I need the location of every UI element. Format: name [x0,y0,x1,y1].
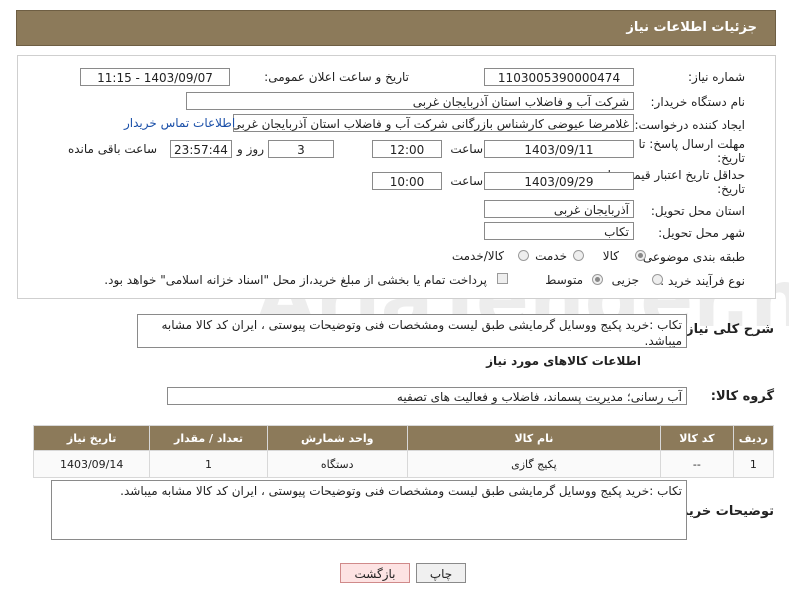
treasury-payment-checkbox[interactable] [497,273,508,284]
buyer-org-field: شرکت آب و فاضلاب استان آذربایجان غربی [186,92,634,110]
col-code: کد کالا [660,425,734,451]
col-quantity: تعداد / مقدار [149,425,268,451]
description-text: تکاب :خرید پکیج ووسایل گرمایشی طبق لیست … [137,314,687,348]
city-label: شهر محل تحویل: [658,226,745,240]
category-both-label: کالا/خدمت [451,249,504,263]
validity-time-field: 10:00 [372,172,442,190]
cell-unit: دستگاه [266,450,408,478]
validity-label-2: تاریخ: [717,182,745,196]
col-unit: واحد شمارش [266,425,408,451]
process-medium-label: متوسط [545,273,583,287]
deadline-date-field: 1403/09/11 [484,140,634,158]
contact-info-link[interactable]: اطلاعات تماس خریدار [124,116,235,130]
need-number-label: شماره نیاز: [688,70,745,84]
cell-row: 1 [732,450,775,478]
city-field: تکاب [484,222,634,240]
col-need-date: تاریخ نیاز [32,425,151,451]
goods-section-title: اطلاعات کالاهای مورد نیاز [486,354,641,368]
description-label: شرح کلی نیاز: [680,322,774,337]
category-service-radio[interactable] [573,250,584,261]
process-medium-radio[interactable] [592,274,603,285]
page-header: جزئیات اطلاعات نیاز [16,10,776,46]
table-header-row: ردیف کد کالا نام کالا واحد شمارش تعداد /… [32,425,775,451]
process-partial-label: جزیی [611,273,639,287]
deadline-time-field: 12:00 [372,140,442,158]
deadline-label: مهلت ارسال پاسخ: تا [638,137,745,151]
days-label: روز و [237,142,264,156]
announce-field: 1403/09/07 - 11:15 [80,68,230,86]
province-field: آذربایجان غربی [484,200,634,218]
requester-label: ایجاد کننده درخواست: [634,118,745,132]
print-button[interactable]: چاپ [416,563,466,583]
back-button[interactable]: بازگشت [340,563,410,583]
page-title: جزئیات اطلاعات نیاز [626,20,757,35]
category-goods-label: کالا [602,249,619,263]
category-both-radio[interactable] [518,250,529,261]
remaining-time-field: 23:57:44 [170,140,232,158]
cell-quantity: 1 [149,450,268,478]
buyer-notes-text: تکاب :خرید پکیج ووسایل گرمایشی طبق لیست … [51,480,687,540]
category-service-label: خدمت [535,249,567,263]
deadline-label-2: تاریخ: [717,151,745,165]
process-label: نوع فرآیند خرید : [660,274,745,288]
validity-date-field: 1403/09/29 [484,172,634,190]
cell-need-date: 1403/09/14 [32,450,151,478]
cell-code: -- [660,450,734,478]
cell-name: پکیج گازی [406,450,662,478]
buyer-org-label: نام دستگاه خریدار: [650,95,746,109]
col-row: ردیف [732,425,775,451]
requester-field: غلامرضا عیوضی کارشناس بازرگانی شرکت آب و… [233,114,634,132]
need-number-field: 1103005390000474 [484,68,634,86]
col-name: نام کالا [406,425,662,451]
goods-group-label: گروه کالا: [710,389,774,404]
province-label: استان محل تحویل: [650,204,745,218]
validity-time-label: ساعت [450,174,483,188]
process-partial-radio[interactable] [652,274,663,285]
remaining-label: ساعت باقی مانده [67,142,157,156]
announce-label: تاریخ و ساعت اعلان عمومی: [264,70,409,84]
goods-table: ردیف کد کالا نام کالا واحد شمارش تعداد /… [32,425,775,478]
deadline-time-label: ساعت [450,142,483,156]
category-goods-radio[interactable] [635,250,646,261]
days-field: 3 [268,140,334,158]
table-row: 1 -- پکیج گازی دستگاه 1 1403/09/14 [32,450,775,478]
payment-note: پرداخت تمام یا بخشی از مبلغ خرید،از محل … [104,273,487,287]
goods-group-field: آب رسانی؛ مدیریت پسماند، فاضلاب و فعالیت… [167,387,687,405]
category-label: طبقه بندی موضوعی: [638,250,745,264]
